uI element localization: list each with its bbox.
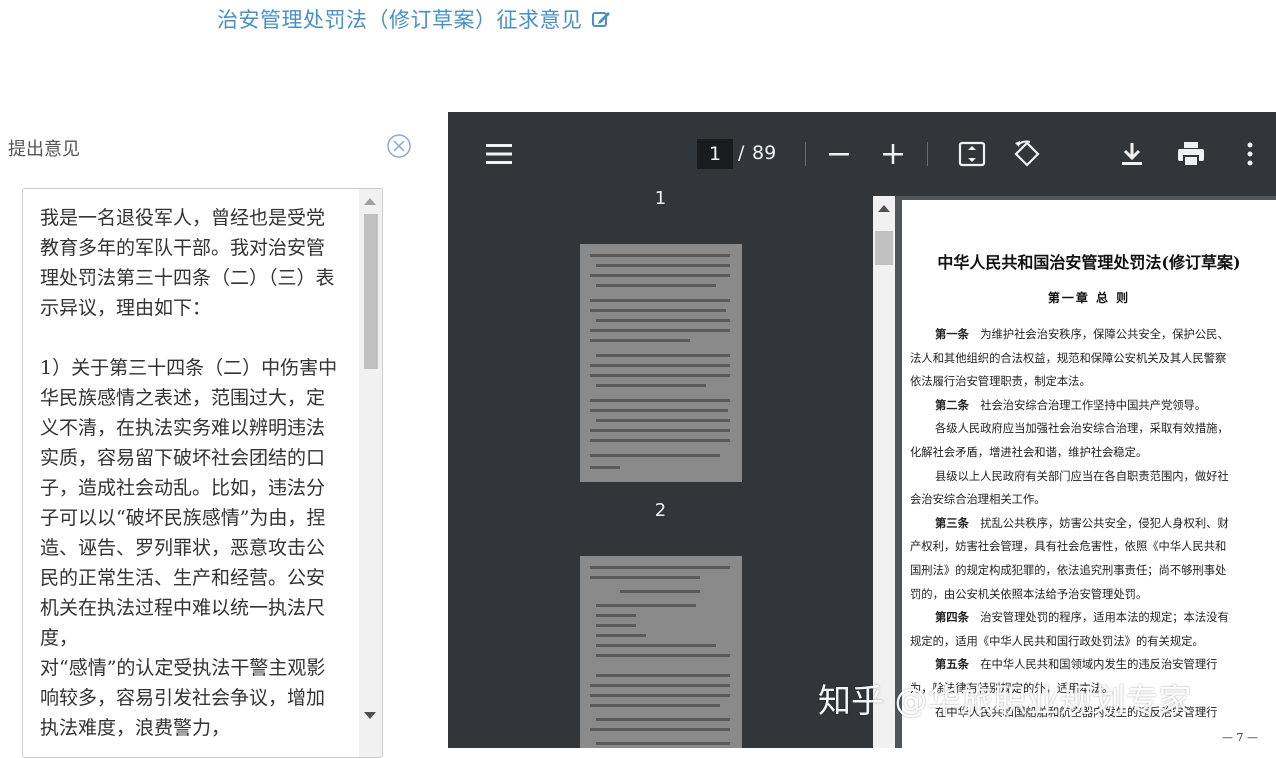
thumbnail-pane[interactable]: 1 2 bbox=[448, 188, 873, 748]
thumbnail-label: 2 bbox=[654, 500, 667, 521]
document-line: 产权利，妨害社会管理，具有社会危害性，依照《中华人民共和 bbox=[910, 535, 1270, 559]
pdf-viewer: 1 / 89 1 2 中华人民共和国治安管理处罚法(修订草案) 第一章 总 则 … bbox=[448, 112, 1276, 748]
thumbnail-page[interactable] bbox=[580, 556, 742, 748]
line-text: 县级以上人民政府有关部门应当在各自职责范围内，做好社 bbox=[935, 469, 1229, 483]
comment-label: 提出意见 bbox=[8, 139, 80, 160]
document-line: 第二条 社会治安综合治理工作坚持中国共产党领导。 bbox=[910, 394, 1270, 418]
close-circle-icon[interactable] bbox=[386, 133, 412, 159]
comment-text[interactable]: 我是一名退役军人，曾经也是受党教育多年的军队干部。我对治安管理处罚法第三十四条（… bbox=[40, 203, 340, 743]
page-footer: — 7 — bbox=[1222, 731, 1258, 744]
document-line: 第四条 治安管理处罚的程序，适用本法的规定；本法没有 bbox=[910, 606, 1270, 630]
rotate-icon[interactable] bbox=[1012, 139, 1042, 169]
page-number-input[interactable]: 1 bbox=[697, 139, 733, 169]
menu-icon[interactable] bbox=[486, 143, 512, 165]
line-text: 治安管理处罚的程序，适用本法的规定；本法没有 bbox=[968, 611, 1229, 625]
line-text: 规定的，适用《中华人民共和国行政处罚法》的有关规定。 bbox=[910, 634, 1204, 648]
scroll-down-icon[interactable] bbox=[364, 712, 376, 719]
line-text: 产权利，妨害社会管理，具有社会危害性，依照《中华人民共和 bbox=[910, 540, 1227, 554]
page-total: 89 bbox=[752, 142, 777, 164]
more-vert-icon[interactable] bbox=[1246, 141, 1254, 167]
scroll-up-icon[interactable] bbox=[878, 205, 890, 212]
document-line: 依法履行治安管理职责，制定本法。 bbox=[910, 370, 1270, 394]
line-text: 国刑法》的规定构成犯罪的，依法追究刑事责任；尚不够刑事处 bbox=[910, 563, 1227, 577]
article-number: 第一条 bbox=[935, 327, 969, 341]
page-separator: / bbox=[738, 142, 745, 164]
chapter-heading: 第一章 总 则 bbox=[1047, 291, 1131, 305]
document-line: 第一条 为维护社会治安秩序，保障公共安全，保护公民、 bbox=[910, 323, 1270, 347]
line-text: 化解社会矛盾，增进社会和谐，维护社会稳定。 bbox=[910, 445, 1148, 459]
line-text: 为维护社会治安秩序，保障公共安全，保护公民、 bbox=[968, 328, 1229, 341]
line-text: 依法履行治安管理职责，制定本法。 bbox=[910, 375, 1091, 389]
minus-icon[interactable] bbox=[828, 143, 850, 165]
document-line: 罚的，由公安机关依照本法给予治安管理处罚。 bbox=[910, 583, 1270, 607]
document-body: 第一条 为维护社会治安秩序，保障公共安全，保护公民、法人和其他组织的合法权益，规… bbox=[910, 323, 1270, 724]
document-line: 化解社会矛盾，增进社会和谐，维护社会稳定。 bbox=[910, 441, 1270, 465]
document-line: 规定的，适用《中华人民共和国行政处罚法》的有关规定。 bbox=[910, 630, 1270, 654]
line-text: 在中华人民共和国领域内发生的违反治安管理行 bbox=[968, 658, 1218, 672]
article-number: 第三条 bbox=[935, 515, 969, 530]
article-number: 第五条 bbox=[935, 657, 969, 672]
article-number: 第二条 bbox=[935, 397, 969, 412]
edit-icon[interactable] bbox=[591, 9, 611, 29]
thumbnail-label: 1 bbox=[654, 188, 667, 209]
toolbar-divider bbox=[927, 142, 928, 166]
textarea-scrollbar[interactable] bbox=[359, 189, 382, 757]
page-title: 治安管理处罚法（修订草案）征求意见 bbox=[217, 4, 611, 34]
line-text: 会治安综合治理相关工作。 bbox=[910, 493, 1046, 507]
plus-icon[interactable] bbox=[882, 143, 904, 165]
print-icon[interactable] bbox=[1177, 141, 1205, 167]
pdf-scrollbar[interactable] bbox=[873, 196, 895, 748]
watermark: 知乎 @华旅职业规划专家 bbox=[818, 681, 1192, 720]
document-line: 各级人民政府应当加强社会治安综合治理，采取有效措施， bbox=[910, 417, 1270, 441]
toolbar-divider bbox=[805, 142, 806, 166]
scrollbar-thumb[interactable] bbox=[364, 214, 378, 369]
pdf-page: 中华人民共和国治安管理处罚法(修订草案) 第一章 总 则 第一条 为维护社会治安… bbox=[902, 200, 1276, 748]
document-line: 法人和其他组织的合法权益，规范和保障公安机关及其人民警察 bbox=[910, 347, 1270, 371]
comment-textarea[interactable]: 我是一名退役军人，曾经也是受党教育多年的军队干部。我对治安管理处罚法第三十四条（… bbox=[22, 188, 383, 758]
document-title: 中华人民共和国治安管理处罚法(修订草案) bbox=[937, 253, 1241, 272]
scroll-up-icon[interactable] bbox=[364, 198, 376, 205]
download-icon[interactable] bbox=[1120, 141, 1144, 167]
page-title-text: 治安管理处罚法（修订草案）征求意见 bbox=[217, 8, 583, 32]
fit-page-icon[interactable] bbox=[958, 141, 986, 167]
document-line: 国刑法》的规定构成犯罪的，依法追究刑事责任；尚不够刑事处 bbox=[910, 559, 1270, 583]
document-line: 会治安综合治理相关工作。 bbox=[910, 488, 1270, 512]
thumbnail-page[interactable] bbox=[580, 244, 742, 482]
line-text: 社会治安综合治理工作坚持中国共产党领导。 bbox=[968, 398, 1207, 412]
line-text: 各级人民政府应当加强社会治安综合治理，采取有效措施， bbox=[935, 422, 1229, 436]
scrollbar-thumb[interactable] bbox=[875, 231, 893, 265]
line-text: 法人和其他组织的合法权益，规范和保障公安机关及其人民警察 bbox=[910, 351, 1227, 365]
line-text: 罚的，由公安机关依照本法给予治安管理处罚。 bbox=[910, 587, 1148, 601]
document-line: 县级以上人民政府有关部门应当在各自职责范围内，做好社 bbox=[910, 465, 1270, 489]
article-number: 第四条 bbox=[935, 610, 969, 625]
pdf-toolbar: 1 / 89 bbox=[448, 112, 1276, 196]
document-line: 第三条 扰乱公共秩序，妨害公共安全，侵犯人身权利、财 bbox=[910, 512, 1270, 536]
line-text: 扰乱公共秩序，妨害公共安全，侵犯人身权利、财 bbox=[968, 516, 1229, 530]
